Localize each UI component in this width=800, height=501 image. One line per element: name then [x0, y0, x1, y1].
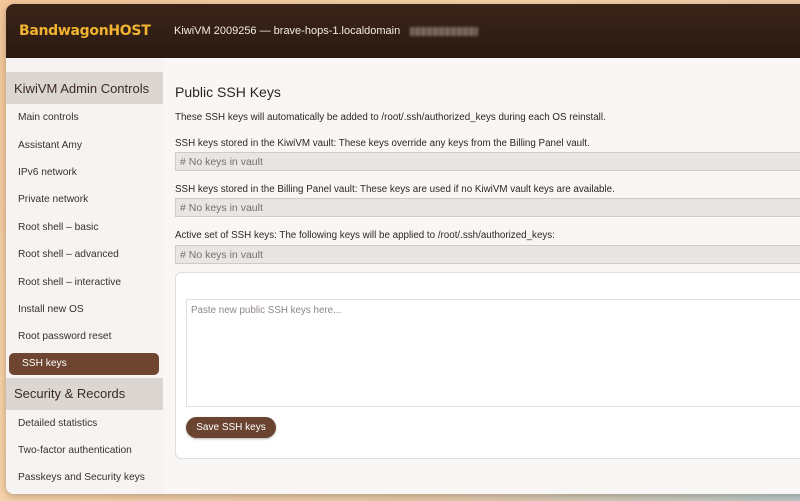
browser-window: BandwagonHOST KiwiVM 2009256 — brave-hop…: [6, 4, 800, 494]
active-keys-label: Active set of SSH keys: The following ke…: [175, 230, 555, 241]
sidebar-item-ipv6-network[interactable]: IPv6 network: [6, 159, 163, 186]
brand-logo[interactable]: BandwagonHOST: [19, 23, 174, 39]
new-ssh-keys-textarea[interactable]: Paste new public SSH keys here...: [186, 299, 800, 407]
main-content: Public SSH Keys These SSH keys will auto…: [163, 58, 800, 494]
textarea-placeholder: Paste new public SSH keys here...: [191, 305, 342, 316]
sidebar-item-install-new-os[interactable]: Install new OS: [6, 296, 163, 323]
billing-vault-label: SSH keys stored in the Billing Panel vau…: [175, 184, 615, 195]
sidebar-item-private-network[interactable]: Private network: [6, 186, 163, 213]
sidebar-item-main-controls[interactable]: Main controls: [6, 104, 163, 131]
sidebar-item-root-password-reset[interactable]: Root password reset: [6, 323, 163, 350]
intro-text: These SSH keys will automatically be add…: [175, 112, 606, 123]
vm-title: KiwiVM 2009256 — brave-hops-1.localdomai…: [174, 25, 479, 37]
kiwivm-vault-field[interactable]: # No keys in vault: [175, 152, 800, 171]
top-bar: BandwagonHOST KiwiVM 2009256 — brave-hop…: [6, 4, 800, 58]
sidebar-item-root-shell-interactive[interactable]: Root shell – interactive: [6, 268, 163, 295]
active-keys-field[interactable]: # No keys in vault: [175, 245, 800, 264]
sidebar-item-root-shell-basic[interactable]: Root shell – basic: [6, 214, 163, 241]
sidebar-item-two-factor-auth[interactable]: Two-factor authentication: [6, 437, 163, 464]
sidebar: KiwiVM Admin Controls Main controls Assi…: [6, 58, 163, 494]
sidebar-item-assistant-amy[interactable]: Assistant Amy: [6, 131, 163, 158]
billing-vault-field[interactable]: # No keys in vault: [175, 198, 800, 217]
page-title: Public SSH Keys: [175, 84, 281, 100]
new-keys-card: Paste new public SSH keys here... Save S…: [175, 272, 800, 459]
redacted-ip: [410, 26, 479, 36]
sidebar-section-security-records: Security & Records: [6, 377, 163, 410]
vm-title-text: KiwiVM 2009256 — brave-hops-1.localdomai…: [174, 25, 401, 37]
sidebar-item-passkeys[interactable]: Passkeys and Security keys: [6, 464, 163, 491]
sidebar-item-ssh-keys[interactable]: SSH keys: [9, 352, 159, 375]
save-ssh-keys-button[interactable]: Save SSH keys: [186, 417, 276, 438]
sidebar-item-detailed-statistics[interactable]: Detailed statistics: [6, 410, 163, 437]
sidebar-nav-admin: Main controls Assistant Amy IPv6 network…: [6, 104, 163, 375]
sidebar-section-admin-controls: KiwiVM Admin Controls: [6, 72, 163, 104]
sidebar-nav-security: Detailed statistics Two-factor authentic…: [6, 410, 163, 492]
kiwivm-vault-label: SSH keys stored in the KiwiVM vault: The…: [175, 138, 590, 149]
sidebar-item-root-shell-advanced[interactable]: Root shell – advanced: [6, 241, 163, 268]
